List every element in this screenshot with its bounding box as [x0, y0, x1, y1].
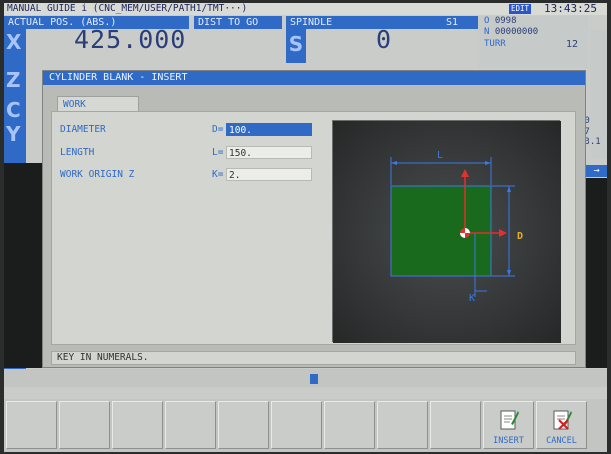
spindle-label: SPINDLE [290, 17, 333, 28]
cylinder-blank-dialog: CYLINDER BLANK - INSERT WORK DIAMETER D=… [42, 70, 586, 368]
diameter-prefix: D= [212, 124, 224, 135]
axis-c-label: C [6, 98, 21, 122]
work-origin-z-prefix: K= [212, 169, 224, 180]
tab-work[interactable]: WORK [57, 96, 139, 112]
softkey-8[interactable] [377, 401, 428, 449]
blank-diagram: L D K [333, 121, 561, 343]
diameter-field[interactable]: 100. [226, 123, 312, 136]
softkey-4[interactable] [165, 401, 216, 449]
edit-mode-badge: EDIT [509, 4, 531, 14]
message-bar: KEY IN NUMERALS. [51, 351, 576, 365]
work-origin-z-label: WORK ORIGIN Z [60, 169, 135, 180]
cancel-label: CANCEL [546, 436, 577, 446]
dialog-title: CYLINDER BLANK - INSERT [43, 71, 585, 85]
softkey-5[interactable] [218, 401, 269, 449]
turret-label: TURR [484, 39, 506, 49]
insert-icon [500, 410, 519, 430]
softkey-3[interactable] [112, 401, 163, 449]
axis-z-label: Z [6, 68, 21, 92]
insert-button[interactable]: INSERT [483, 401, 534, 449]
mode-indicator [310, 374, 318, 384]
work-form-panel: DIAMETER D= 100. LENGTH L= 150. WORK ORI… [51, 111, 576, 345]
diameter-symbol: D [517, 231, 523, 242]
o-tag: O [484, 16, 490, 26]
clock: 13:43:25 [544, 3, 597, 15]
left-dark-panel [4, 163, 42, 368]
n-number: 00000000 [494, 27, 539, 37]
softkey-bar: INSERT CANCEL [4, 399, 607, 452]
lower-band [4, 369, 607, 387]
length-symbol: L [437, 150, 443, 161]
insert-label: INSERT [493, 436, 524, 446]
program-info-panel: O 0998 N 00000000 TURR 12 [478, 16, 588, 68]
cancel-button[interactable]: CANCEL [536, 401, 587, 449]
o-number: 0998 [494, 16, 517, 26]
x-position-value: 425.000 [74, 25, 187, 54]
spindle-code: S1 [445, 17, 458, 28]
softkey-1[interactable] [6, 401, 57, 449]
dist-to-go-header: DIST TO GO [194, 16, 282, 29]
turret-value: 12 [566, 39, 579, 50]
axis-x-label: X [6, 30, 22, 54]
axis-y-label: Y [6, 122, 21, 146]
length-prefix: L= [212, 147, 224, 158]
o-number-row: O 0998 [484, 16, 517, 27]
length-field[interactable]: 150. [226, 146, 312, 159]
softkey-6[interactable] [271, 401, 322, 449]
blank-preview: L D K [332, 120, 561, 343]
spindle-letter: S [286, 29, 306, 63]
right-dark-panel [586, 178, 607, 368]
cnc-screen: MANUAL GUIDE i (CNC_MEM/USER/PATH1/TMT··… [4, 3, 607, 452]
blank-rectangle [390, 185, 492, 277]
softkey-7[interactable] [324, 401, 375, 449]
diameter-label: DIAMETER [60, 124, 106, 135]
n-tag: N [484, 27, 490, 37]
softkey-9[interactable] [430, 401, 481, 449]
n-number-row: N 00000000 [484, 27, 538, 38]
origin-symbol: K [469, 293, 475, 304]
spindle-speed-value: 0 [376, 25, 392, 54]
length-label: LENGTH [60, 147, 95, 158]
cancel-icon [553, 410, 572, 430]
mode-path: MANUAL GUIDE i (CNC_MEM/USER/PATH1/TMT··… [7, 3, 248, 14]
softkey-2[interactable] [59, 401, 110, 449]
right-arrow-icon: → [586, 165, 607, 177]
work-origin-z-field[interactable]: 2. [226, 168, 312, 181]
